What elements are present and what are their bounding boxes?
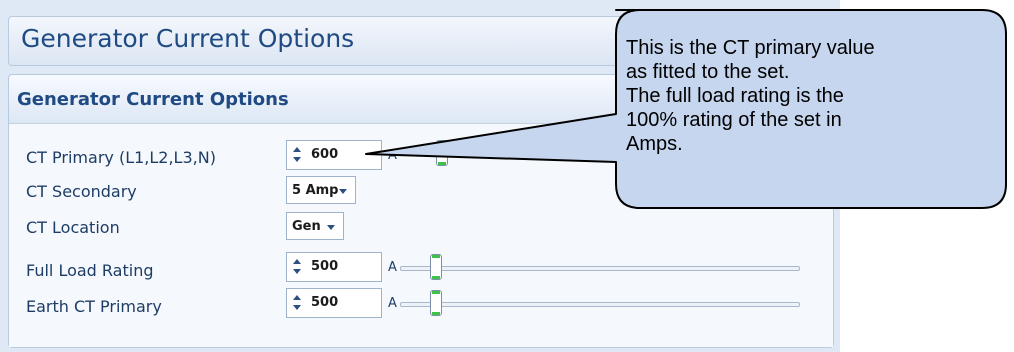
callout-text: This is the CT primary value as fitted t…	[626, 36, 996, 156]
callout-line: Amps.	[626, 133, 683, 155]
callout-line: as fitted to the set.	[626, 61, 790, 83]
callout-line: This is the CT primary value	[626, 37, 875, 59]
callout-line: The full load rating is the	[626, 85, 844, 107]
callout-line: 100% rating of the set in	[626, 109, 842, 131]
